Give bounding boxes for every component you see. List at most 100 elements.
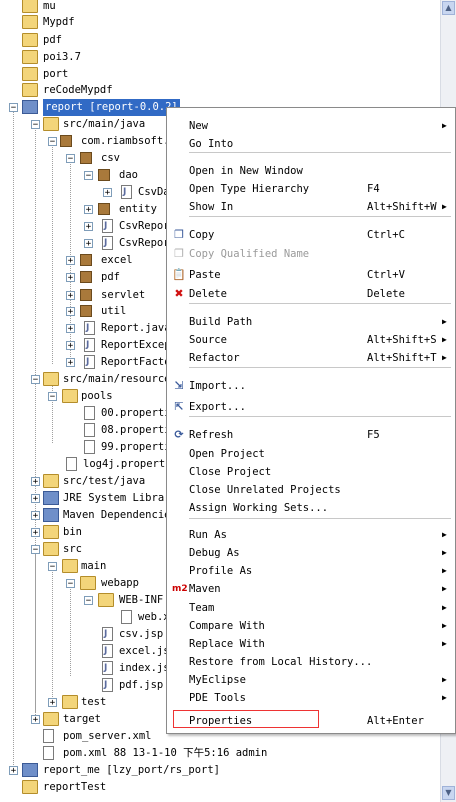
expand-icon[interactable]: + bbox=[31, 715, 40, 725]
menu-item-build-path[interactable]: Build Path ▶ bbox=[167, 313, 455, 331]
menu-item-open-type-hierarchy[interactable]: Open Type Hierarchy F4 bbox=[167, 180, 455, 198]
context-menu: New ▶ Go Into Open in New Window Open Type H… bbox=[166, 107, 456, 734]
expand-icon[interactable]: + bbox=[66, 324, 75, 334]
menu-item-go-into[interactable]: Go Into bbox=[167, 135, 455, 153]
menu-item-shortcut: F5 bbox=[367, 429, 380, 441]
java-file-icon bbox=[102, 219, 113, 233]
menu-item-debug-as[interactable]: Debug As ▶ bbox=[167, 544, 455, 562]
expand-icon[interactable]: + bbox=[31, 511, 40, 521]
jsp-file-icon bbox=[102, 661, 113, 675]
tree-item-label: bin bbox=[63, 526, 82, 538]
menu-item-close-unrelated-projects[interactable]: Close Unrelated Projects bbox=[167, 481, 455, 499]
tree-item-label: reCodeMypdf bbox=[43, 84, 113, 96]
menu-separator bbox=[189, 416, 451, 417]
copy-qualified-name-icon: ❐ bbox=[174, 247, 184, 260]
scroll-down-button[interactable]: ▼ bbox=[442, 786, 455, 800]
menu-item-shortcut: Alt+Shift+S bbox=[367, 334, 437, 346]
package-icon bbox=[98, 169, 110, 181]
menu-item-label: Open in New Window bbox=[189, 165, 303, 177]
tree-item-label: pools bbox=[81, 390, 113, 402]
collapse-icon[interactable]: − bbox=[48, 562, 57, 572]
source-folder-icon bbox=[43, 372, 59, 386]
library-icon bbox=[43, 508, 59, 522]
collapse-icon[interactable]: − bbox=[66, 579, 75, 589]
expand-icon[interactable]: + bbox=[48, 698, 57, 708]
menu-item-label: Paste bbox=[189, 269, 221, 281]
menu-item-shortcut: Alt+Shift+W bbox=[367, 201, 437, 213]
menu-item-compare-with[interactable]: Compare With ▶ bbox=[167, 617, 455, 635]
menu-item-restore-from-local-history[interactable]: Restore from Local History... bbox=[167, 653, 455, 671]
expand-icon[interactable]: + bbox=[84, 205, 93, 215]
menu-item-label: Delete bbox=[189, 288, 227, 300]
expand-icon[interactable]: + bbox=[31, 477, 40, 487]
folder-icon bbox=[62, 559, 78, 573]
menu-item-open-project[interactable]: Open Project bbox=[167, 445, 455, 463]
collapse-icon[interactable]: − bbox=[31, 545, 40, 555]
menu-item-run-as[interactable]: Run As ▶ bbox=[167, 526, 455, 544]
collapse-icon[interactable]: − bbox=[48, 137, 57, 147]
collapse-icon[interactable]: − bbox=[84, 171, 93, 181]
menu-item-new[interactable]: New ▶ bbox=[167, 117, 455, 135]
menu-item-profile-as[interactable]: Profile As ▶ bbox=[167, 562, 455, 580]
jsp-file-icon bbox=[102, 627, 113, 641]
expand-icon[interactable]: + bbox=[66, 273, 75, 283]
expand-icon[interactable]: + bbox=[66, 291, 75, 301]
expand-icon[interactable]: + bbox=[84, 222, 93, 232]
menu-item-label: New bbox=[189, 120, 208, 132]
collapse-icon[interactable]: − bbox=[31, 120, 40, 130]
expand-icon[interactable]: + bbox=[31, 528, 40, 538]
menu-item-paste[interactable]: 📋 Paste Ctrl+V bbox=[167, 266, 455, 284]
menu-item-close-project[interactable]: Close Project bbox=[167, 463, 455, 481]
scroll-up-button[interactable]: ▲ bbox=[442, 1, 455, 15]
expand-icon[interactable]: + bbox=[9, 766, 18, 776]
tree-item-label: pdf bbox=[43, 34, 62, 46]
expand-icon[interactable]: + bbox=[66, 341, 75, 351]
tree-item-label: test bbox=[81, 696, 107, 708]
tree-item-label: src bbox=[63, 543, 82, 555]
folder-icon bbox=[98, 593, 114, 607]
folder-icon bbox=[62, 389, 78, 403]
menu-item-myeclipse[interactable]: MyEclipse ▶ bbox=[167, 671, 455, 689]
tree-guide-line bbox=[13, 110, 14, 775]
menu-item-copy[interactable]: ❐ Copy Ctrl+C bbox=[167, 226, 455, 244]
collapse-icon[interactable]: − bbox=[48, 392, 57, 402]
menu-item-label: Team bbox=[189, 602, 215, 614]
menu-item-import[interactable]: ⇲ Import... bbox=[167, 377, 455, 395]
expand-icon[interactable]: + bbox=[66, 358, 75, 368]
collapse-icon[interactable]: − bbox=[31, 375, 40, 385]
collapse-icon[interactable]: − bbox=[9, 103, 18, 113]
menu-item-open-in-new-window[interactable]: Open in New Window bbox=[167, 162, 455, 180]
collapse-icon[interactable]: − bbox=[84, 596, 93, 606]
menu-item-assign-working-sets[interactable]: Assign Working Sets... bbox=[167, 499, 455, 517]
expand-icon[interactable]: + bbox=[66, 307, 75, 317]
expand-icon[interactable]: + bbox=[84, 239, 93, 249]
menu-item-delete[interactable]: ✖ Delete Delete bbox=[167, 285, 455, 303]
properties-file-icon bbox=[84, 406, 95, 420]
package-icon bbox=[80, 289, 92, 301]
menu-item-export[interactable]: ⇱ Export... bbox=[167, 398, 455, 416]
menu-item-maven[interactable]: m2 Maven ▶ bbox=[167, 580, 455, 598]
menu-item-properties[interactable]: Properties Alt+Enter bbox=[167, 712, 455, 730]
menu-item-label: MyEclipse bbox=[189, 674, 246, 686]
xml-file-icon bbox=[43, 746, 54, 760]
menu-item-shortcut: Alt+Enter bbox=[367, 715, 424, 727]
menu-item-show-in[interactable]: Show In Alt+Shift+W ▶ bbox=[167, 198, 455, 216]
menu-item-replace-with[interactable]: Replace With ▶ bbox=[167, 635, 455, 653]
expand-icon[interactable]: + bbox=[103, 188, 112, 198]
menu-item-team[interactable]: Team ▶ bbox=[167, 599, 455, 617]
menu-item-pde-tools[interactable]: PDE Tools ▶ bbox=[167, 689, 455, 707]
package-icon bbox=[80, 254, 92, 266]
menu-item-refresh[interactable]: ⟳ Refresh F5 bbox=[167, 426, 455, 444]
menu-item-source[interactable]: Source Alt+Shift+S ▶ bbox=[167, 331, 455, 349]
package-icon bbox=[60, 135, 72, 147]
collapse-icon[interactable]: − bbox=[66, 154, 75, 164]
menu-item-refactor[interactable]: Refactor Alt+Shift+T ▶ bbox=[167, 349, 455, 367]
tree-item-label: mu bbox=[43, 0, 56, 12]
folder-icon bbox=[22, 0, 38, 13]
submenu-arrow-icon: ▶ bbox=[442, 202, 447, 211]
menu-item-label: Close Project bbox=[189, 466, 272, 478]
submenu-arrow-icon: ▶ bbox=[442, 353, 447, 362]
expand-icon[interactable]: + bbox=[66, 256, 75, 266]
submenu-arrow-icon: ▶ bbox=[442, 693, 447, 702]
expand-icon[interactable]: + bbox=[31, 494, 40, 504]
